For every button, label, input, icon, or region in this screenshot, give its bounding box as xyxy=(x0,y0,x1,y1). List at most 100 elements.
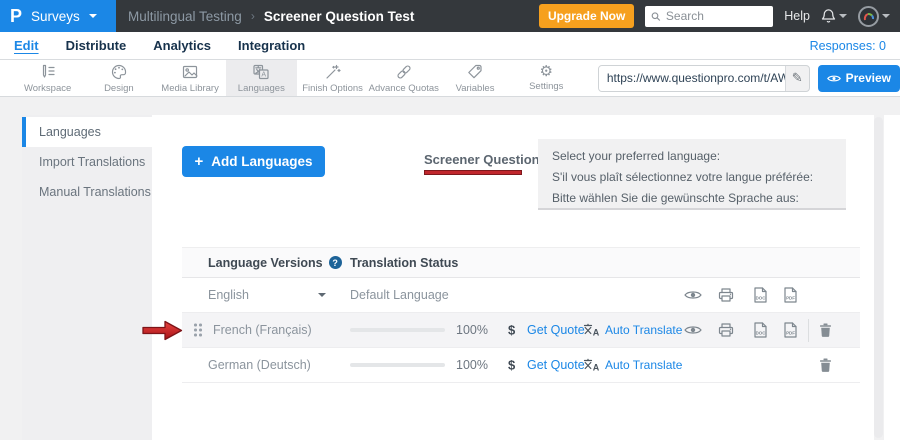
pdf-export-icon[interactable]: PDF xyxy=(782,287,798,304)
toolbar-item-finish-options[interactable]: Finish Options xyxy=(297,60,368,96)
annotation-arrow xyxy=(142,319,183,342)
design-palette-icon xyxy=(110,63,128,81)
toolbar-item-settings[interactable]: ⚙ Settings xyxy=(511,60,582,96)
survey-url-group: https://www.questionpro.com/t/AW22Zd50 ✎ xyxy=(598,65,810,92)
screener-question-preview: Select your preferred language: S'il vou… xyxy=(538,139,846,210)
edit-toolbar: Workspace Design Media Library A Languag… xyxy=(0,60,900,97)
upgrade-now-button[interactable]: Upgrade Now xyxy=(539,4,634,28)
languages-sidebar: Languages Import Translations Manual Tra… xyxy=(22,115,152,440)
translate-icon[interactable]: A xyxy=(583,359,600,372)
progress-percent: 100% xyxy=(456,323,488,337)
media-library-icon xyxy=(181,63,199,81)
screener-line-en: Select your preferred language: xyxy=(552,146,846,167)
chain-link-icon xyxy=(395,63,413,81)
svg-text:PDF: PDF xyxy=(786,330,795,335)
toolbar-item-media-library[interactable]: Media Library xyxy=(154,60,225,96)
doc-export-icon[interactable]: DOC xyxy=(752,287,768,304)
table-header-row: Language Versions ? Translation Status xyxy=(182,247,860,278)
get-quote-link[interactable]: Get Quote xyxy=(527,358,585,372)
view-icon[interactable] xyxy=(684,325,702,336)
language-name[interactable]: English xyxy=(208,288,249,302)
svg-text:A: A xyxy=(593,363,600,372)
tab-edit[interactable]: Edit xyxy=(14,38,39,53)
auto-translate-link[interactable]: Auto Translate xyxy=(605,358,682,372)
screener-line-de: Bitte wählen Sie die gewünschte Sprache … xyxy=(552,188,846,209)
progress-percent: 100% xyxy=(456,358,488,372)
table-row-german: German (Deutsch) 100% $ Get Quote A Auto… xyxy=(182,348,860,383)
language-versions-table: Language Versions ? Translation Status E… xyxy=(182,247,860,383)
doc-export-icon[interactable]: DOC xyxy=(752,322,768,339)
bell-icon xyxy=(821,8,836,24)
chevron-down-icon xyxy=(89,14,97,18)
get-quote-link[interactable]: Get Quote xyxy=(527,323,585,337)
delete-icon[interactable] xyxy=(819,323,832,338)
toolbar-item-advance-quotas[interactable]: Advance Quotas xyxy=(368,60,439,96)
languages-icon: A xyxy=(252,63,270,81)
pencil-icon: ✎ xyxy=(792,70,803,86)
toolbar-item-workspace[interactable]: Workspace xyxy=(12,60,83,96)
screener-line-fr: S'il vous plaît sélectionnez votre langu… xyxy=(552,167,846,188)
surveys-menu[interactable]: P Surveys xyxy=(0,0,116,32)
table-row-french: French (Français) 100% $ Get Quote A Aut… xyxy=(182,313,860,348)
table-row-english: English Default Language DOC PDF xyxy=(182,278,860,313)
breadcrumb-separator: › xyxy=(251,9,255,23)
survey-url-field[interactable]: https://www.questionpro.com/t/AW22Zd50 xyxy=(599,66,785,91)
tab-analytics[interactable]: Analytics xyxy=(153,38,211,53)
view-icon[interactable] xyxy=(684,290,702,301)
chevron-down-icon xyxy=(882,14,890,18)
language-name: German (Deutsch) xyxy=(208,358,311,372)
sidebar-item-manual-translations[interactable]: Manual Translations xyxy=(22,177,152,207)
questionpro-logo-icon: P xyxy=(10,0,22,32)
tab-integration[interactable]: Integration xyxy=(238,38,305,53)
edit-url-button[interactable]: ✎ xyxy=(785,66,809,91)
dollar-icon[interactable]: $ xyxy=(508,323,515,338)
translate-icon[interactable]: A xyxy=(583,324,600,337)
magic-wand-icon xyxy=(324,63,342,81)
svg-text:DOC: DOC xyxy=(756,295,767,300)
default-language-status: Default Language xyxy=(350,288,449,302)
language-name: French (Français) xyxy=(213,323,312,337)
svg-text:DOC: DOC xyxy=(756,330,767,335)
global-search[interactable] xyxy=(645,6,773,27)
delete-icon[interactable] xyxy=(819,358,832,373)
avatar xyxy=(858,6,879,27)
dollar-icon[interactable]: $ xyxy=(508,358,515,373)
print-icon[interactable] xyxy=(718,323,734,338)
auto-translate-link[interactable]: Auto Translate xyxy=(605,323,682,337)
sidebar-item-languages[interactable]: Languages xyxy=(22,117,152,147)
plus-icon: + xyxy=(194,153,203,170)
toolbar-item-languages[interactable]: A Languages xyxy=(226,60,297,96)
print-icon[interactable] xyxy=(718,288,734,303)
tag-icon xyxy=(466,63,484,81)
search-icon xyxy=(651,11,661,22)
account-menu[interactable] xyxy=(858,6,890,27)
toolbar-item-design[interactable]: Design xyxy=(83,60,154,96)
drag-handle[interactable] xyxy=(194,324,202,337)
preview-button[interactable]: Preview xyxy=(818,65,900,92)
search-input[interactable] xyxy=(666,9,767,23)
tab-distribute[interactable]: Distribute xyxy=(66,38,127,53)
product-label: Surveys xyxy=(31,9,80,24)
translation-progress-bar xyxy=(350,363,445,367)
add-languages-button[interactable]: + Add Languages xyxy=(182,146,325,177)
language-select-caret-icon[interactable] xyxy=(318,293,326,297)
breadcrumb-page-title: Screener Question Test xyxy=(264,9,415,24)
pdf-export-icon[interactable]: PDF xyxy=(782,322,798,339)
help-link[interactable]: Help xyxy=(784,9,810,23)
screener-question-label: Screener Question : xyxy=(424,152,548,167)
sidebar-item-import-translations[interactable]: Import Translations xyxy=(22,147,152,177)
svg-text:PDF: PDF xyxy=(786,295,795,300)
scrollbar[interactable] xyxy=(874,117,883,438)
breadcrumb: Multilingual Testing › Screener Question… xyxy=(128,9,414,24)
svg-text:A: A xyxy=(262,71,267,78)
toolbar-item-variables[interactable]: Variables xyxy=(439,60,510,96)
workspace-icon xyxy=(39,63,57,81)
svg-text:A: A xyxy=(593,328,600,337)
translation-progress-bar xyxy=(350,328,445,332)
languages-page: Languages Import Translations Manual Tra… xyxy=(0,97,900,440)
notifications-menu[interactable] xyxy=(821,8,847,24)
responses-count[interactable]: Responses: 0 xyxy=(810,39,886,53)
language-versions-header: Language Versions ? xyxy=(208,256,342,270)
help-icon[interactable]: ? xyxy=(329,256,342,269)
breadcrumb-survey-name[interactable]: Multilingual Testing xyxy=(128,9,242,24)
